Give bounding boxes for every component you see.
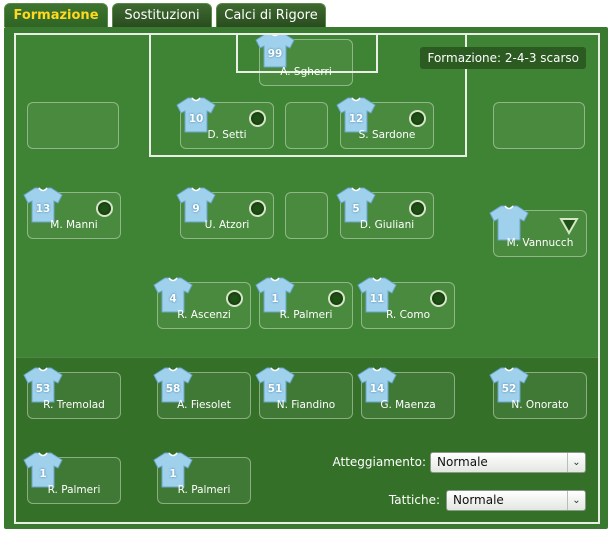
player-name: R. Palmeri [177, 484, 231, 496]
player-name: M. Vannucch [506, 237, 574, 249]
player-slot-m1[interactable]: 13 M. Manni [27, 192, 121, 239]
player-slot-m3[interactable]: 5 D. Giuliani [340, 192, 434, 239]
player-slot-m2[interactable]: 9 U. Atzori [180, 192, 274, 239]
player-name: G. Maenza [380, 399, 436, 411]
player-slot-f1[interactable]: 4 R. Ascenzi [157, 282, 251, 329]
chevron-down-icon: ⌄ [567, 491, 585, 510]
empty-slot[interactable] [27, 102, 119, 149]
chevron-down-icon: ⌄ [567, 453, 585, 472]
player-slot-gk[interactable]: 99 A. Sgherri [259, 39, 353, 86]
tab-sostituzioni[interactable]: Sostituzioni [112, 3, 212, 27]
tab-formazione[interactable]: Formazione [4, 3, 108, 27]
status-dot-icon [96, 200, 113, 217]
player-slot-m4[interactable]: M. Vannucch [493, 210, 587, 257]
player-name: R. Palmeri [47, 484, 101, 496]
status-dot-icon [249, 200, 266, 217]
player-name: D. Giuliani [359, 219, 415, 231]
empty-slot[interactable] [493, 102, 585, 149]
triangle-down-icon [559, 218, 579, 235]
status-dot-icon [409, 200, 426, 217]
status-dot-icon [328, 290, 345, 307]
player-name: U. Atzori [204, 219, 250, 231]
status-dot-icon [249, 110, 266, 127]
player-name: A. Fiesolet [177, 399, 231, 411]
player-name: R. Tremolad [43, 399, 105, 411]
player-slot-f2[interactable]: 1 R. Palmeri [259, 282, 353, 329]
bench-slot[interactable]: 1 R. Palmeri [27, 457, 121, 504]
empty-slot[interactable] [285, 192, 328, 239]
player-name: A. Sgherri [280, 66, 332, 78]
bench-slot[interactable]: 53 R. Tremolad [27, 372, 121, 419]
player-name: N. Onorato [511, 399, 569, 411]
player-slot-d1[interactable]: 10 D. Setti [180, 102, 274, 149]
player-name: N. Fiandino [276, 399, 336, 411]
attitude-label: Atteggiamento: [332, 455, 426, 469]
status-dot-icon [409, 110, 426, 127]
empty-slot[interactable] [285, 102, 328, 149]
status-dot-icon [226, 290, 243, 307]
formation-panel: Formazione: 2-4-3 scarso 99 A. Sgherri 1… [4, 27, 608, 529]
player-name: S. Sardone [358, 129, 416, 141]
pitch: Formazione: 2-4-3 scarso 99 A. Sgherri 1… [14, 33, 600, 524]
player-name: M. Manni [50, 219, 98, 231]
shirt-icon: 99 [254, 33, 296, 69]
player-slot-f3[interactable]: 11 R. Como [361, 282, 455, 329]
tactics-value: Normale [453, 493, 504, 507]
player-slot-d2[interactable]: 12 S. Sardone [340, 102, 434, 149]
formation-label: Formazione: 2-4-3 scarso [420, 47, 586, 69]
attitude-select[interactable]: Normale ⌄ [430, 452, 586, 473]
tactics-select[interactable]: Normale ⌄ [446, 490, 586, 511]
attitude-value: Normale [437, 455, 488, 469]
player-name: R. Ascenzi [177, 309, 231, 321]
bench-slot[interactable]: 1 R. Palmeri [157, 457, 251, 504]
tactics-label: Tattiche: [388, 493, 440, 507]
bench-slot[interactable]: 58 A. Fiesolet [157, 372, 251, 419]
bench-slot[interactable]: 51 N. Fiandino [259, 372, 353, 419]
status-dot-icon [430, 290, 447, 307]
player-name: D. Setti [207, 129, 247, 141]
tab-calci-di-rigore[interactable]: Calci di Rigore [216, 3, 326, 27]
player-name: R. Palmeri [279, 309, 333, 321]
bench-slot[interactable]: 14 G. Maenza [361, 372, 455, 419]
bench-slot[interactable]: 52 N. Onorato [493, 372, 587, 419]
player-name: R. Como [385, 309, 430, 321]
